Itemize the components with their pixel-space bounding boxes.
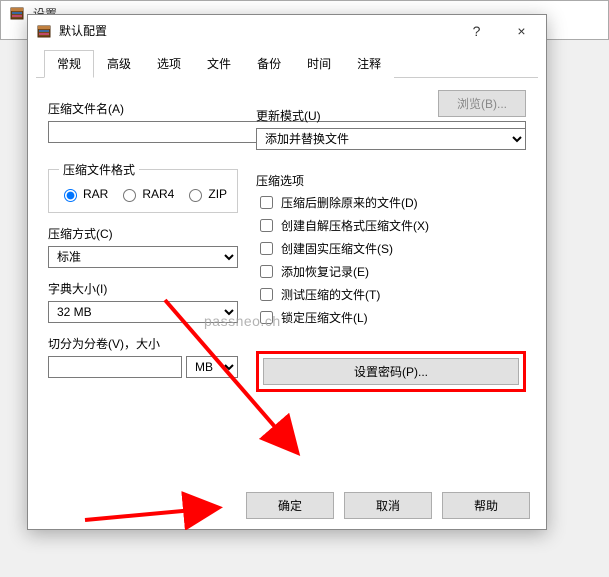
dialog-footer: 确定 取消 帮助 <box>28 482 546 529</box>
titlebar: 默认配置 ? × <box>28 15 546 46</box>
tab-general[interactable]: 常规 <box>44 50 94 78</box>
opt-lock-checkbox[interactable] <box>260 311 273 324</box>
split-size-input[interactable] <box>48 356 182 378</box>
format-rar[interactable]: RAR <box>59 186 108 202</box>
update-mode-label: 更新模式(U) <box>256 107 526 124</box>
opt-recovery[interactable]: 添加恢复记录(E) <box>256 262 526 281</box>
dictionary-size-label: 字典大小(I) <box>48 280 238 297</box>
archive-format-group: 压缩文件格式 RAR RAR4 ZIP <box>48 161 238 213</box>
format-zip-radio[interactable] <box>189 189 202 202</box>
format-rar-radio[interactable] <box>64 189 77 202</box>
dialog-title: 默认配置 <box>59 22 454 39</box>
tab-files[interactable]: 文件 <box>194 50 244 78</box>
opt-test-checkbox[interactable] <box>260 288 273 301</box>
cancel-button[interactable]: 取消 <box>344 492 432 519</box>
format-zip[interactable]: ZIP <box>184 186 227 202</box>
opt-create-sfx[interactable]: 创建自解压格式压缩文件(X) <box>256 216 526 235</box>
compress-options-label: 压缩选项 <box>256 172 526 189</box>
opt-delete-after-checkbox[interactable] <box>260 196 273 209</box>
help-button[interactable]: ? <box>454 16 499 45</box>
tab-backup[interactable]: 备份 <box>244 50 294 78</box>
format-rar4-radio[interactable] <box>123 189 136 202</box>
dictionary-size-select[interactable]: 32 MB <box>48 301 238 323</box>
winrar-icon <box>36 23 52 39</box>
tab-options[interactable]: 选项 <box>144 50 194 78</box>
opt-test[interactable]: 测试压缩的文件(T) <box>256 285 526 304</box>
compression-method-label: 压缩方式(C) <box>48 225 238 242</box>
help-button[interactable]: 帮助 <box>442 492 530 519</box>
default-profile-dialog: 默认配置 ? × 常规 高级 选项 文件 备份 时间 注释 压缩文件名(A) 浏… <box>27 14 547 530</box>
close-button[interactable]: × <box>499 16 544 45</box>
ok-button[interactable]: 确定 <box>246 492 334 519</box>
split-volumes-label: 切分为分卷(V)，大小 <box>48 335 238 352</box>
opt-lock[interactable]: 锁定压缩文件(L) <box>256 308 526 327</box>
set-password-highlight: 设置密码(P)... <box>256 351 526 392</box>
tab-strip: 常规 高级 选项 文件 备份 时间 注释 <box>36 46 538 78</box>
set-password-button[interactable]: 设置密码(P)... <box>263 358 519 385</box>
opt-solid[interactable]: 创建固实压缩文件(S) <box>256 239 526 258</box>
split-unit-select[interactable]: MB <box>186 356 238 378</box>
update-mode-select[interactable]: 添加并替换文件 <box>256 128 526 150</box>
opt-recovery-checkbox[interactable] <box>260 265 273 278</box>
compression-method-select[interactable]: 标准 <box>48 246 238 268</box>
winrar-icon <box>9 5 25 21</box>
format-rar4[interactable]: RAR4 <box>118 186 174 202</box>
tab-advanced[interactable]: 高级 <box>94 50 144 78</box>
archive-format-legend: 压缩文件格式 <box>59 161 139 178</box>
tab-content: 压缩文件名(A) 浏览(B)... 压缩文件格式 RAR <box>28 78 546 482</box>
opt-delete-after[interactable]: 压缩后删除原来的文件(D) <box>256 193 526 212</box>
opt-solid-checkbox[interactable] <box>260 242 273 255</box>
opt-create-sfx-checkbox[interactable] <box>260 219 273 232</box>
tab-comment[interactable]: 注释 <box>344 50 394 78</box>
tab-time[interactable]: 时间 <box>294 50 344 78</box>
